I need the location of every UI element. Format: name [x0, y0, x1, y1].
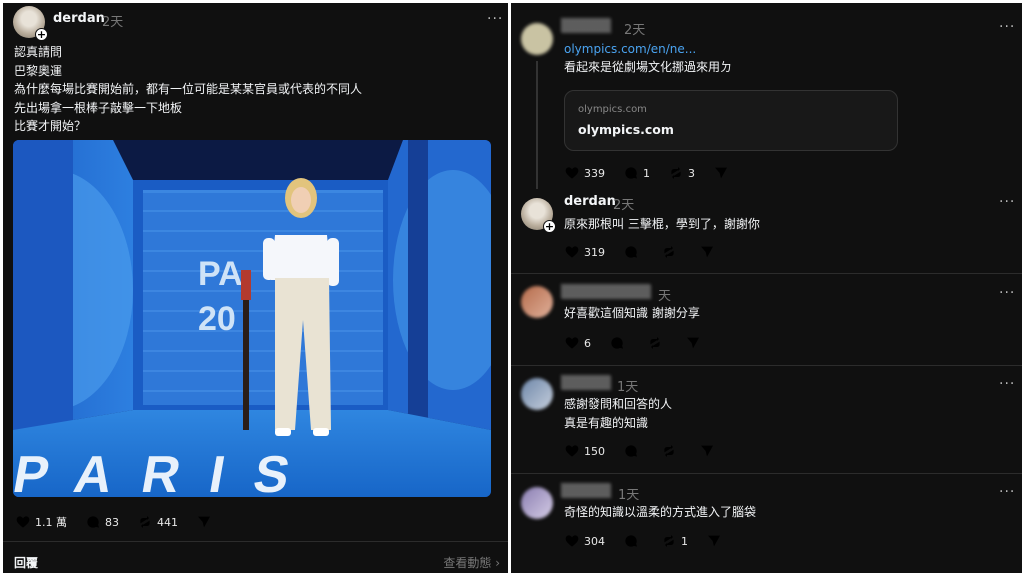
link-card-domain: olympics.com: [578, 104, 647, 115]
reply-actions: 6: [564, 335, 723, 351]
share-button[interactable]: [699, 443, 719, 459]
repost-button[interactable]: 3: [668, 165, 695, 181]
link-preview-card[interactable]: olympics.com olympics.com: [564, 90, 898, 151]
thread-line: [536, 61, 538, 189]
more-options-icon[interactable]: ···: [999, 376, 1015, 392]
post-image[interactable]: PARIS PA 20: [13, 140, 491, 497]
reply-actions: 319: [564, 244, 737, 260]
share-button[interactable]: [196, 514, 216, 530]
chevron-right-icon: ›: [495, 556, 500, 570]
reply-text: 感謝發問和回答的人 真是有趣的知識: [564, 397, 673, 430]
more-options-icon[interactable]: ···: [999, 19, 1015, 35]
author-username[interactable]: derdan: [53, 11, 105, 26]
image-wall-text-year: 20: [198, 300, 236, 338]
like-count: 6: [584, 336, 591, 350]
divider: [511, 473, 1022, 474]
repost-button[interactable]: 1: [661, 533, 688, 549]
like-count: 150: [584, 444, 605, 458]
comment-button[interactable]: [623, 443, 643, 459]
reply-avatar[interactable]: +: [521, 198, 556, 233]
link-card-title: olympics.com: [578, 122, 674, 137]
like-count: 319: [584, 245, 605, 259]
reply-time: 2天: [613, 198, 635, 213]
more-options-icon[interactable]: ···: [487, 11, 503, 27]
like-button[interactable]: 319: [564, 244, 605, 260]
comment-button[interactable]: 83: [85, 514, 119, 530]
like-button[interactable]: 6: [564, 335, 591, 351]
post-time: 2天: [102, 15, 124, 30]
reply-username[interactable]: derdan: [564, 194, 616, 209]
follow-plus-icon[interactable]: +: [543, 220, 556, 233]
reply-actions: 150: [564, 443, 737, 459]
like-count: 1.1 萬: [35, 516, 67, 529]
repost-button[interactable]: 441: [137, 514, 178, 530]
reply-username[interactable]: ▒▒▒▒▒: [561, 484, 611, 499]
post-body: 認真請問 巴黎奧運 為什麼每場比賽開始前，都有一位可能是某某官員或代表的不同人 …: [14, 45, 363, 133]
reply-avatar[interactable]: [521, 23, 553, 55]
more-options-icon[interactable]: ···: [999, 194, 1015, 210]
reply-link[interactable]: olympics.com/en/ne...: [564, 40, 696, 59]
author-avatar[interactable]: +: [13, 6, 48, 41]
repost-count: 3: [688, 166, 695, 180]
image-floor-text: PARIS: [13, 446, 324, 497]
reply-username[interactable]: ▒▒▒▒▒: [561, 376, 611, 391]
view-activity-link[interactable]: 查看動態 ›: [443, 554, 500, 571]
main-post-panel: + derdan 2天 ··· 認真請問 巴黎奧運 為什麼每場比賽開始前，都有一…: [3, 3, 508, 573]
repost-count: 441: [157, 515, 178, 529]
comment-button[interactable]: 1: [623, 165, 650, 181]
repost-button[interactable]: [661, 443, 681, 459]
like-count: 339: [584, 166, 605, 180]
reply-actions: 304 1: [564, 533, 744, 549]
reply-time: 2天: [624, 23, 646, 38]
repost-button[interactable]: [647, 335, 667, 351]
share-button[interactable]: [713, 165, 733, 181]
repost-button[interactable]: [661, 244, 681, 260]
image-wall-text-top: PA: [198, 255, 243, 293]
reply-time: 1天: [618, 488, 640, 503]
reply-username[interactable]: ▒▒▒▒▒▒▒▒▒: [561, 285, 651, 300]
post-actions: 1.1 萬 83 441: [15, 514, 234, 530]
like-button[interactable]: 339: [564, 165, 605, 181]
share-button[interactable]: [699, 244, 719, 260]
reply-time: 1天: [617, 380, 639, 395]
divider: [511, 273, 1022, 274]
reply-text: 原來那根叫 三擊棍，學到了，謝謝你: [564, 217, 760, 231]
reply-text: 看起來是從劇場文化挪過來用ㄉ: [564, 60, 733, 74]
comment-count: 1: [643, 166, 650, 180]
follow-plus-icon[interactable]: +: [35, 28, 48, 41]
like-button[interactable]: 150: [564, 443, 605, 459]
comment-count: 83: [105, 515, 119, 529]
share-button[interactable]: [685, 335, 705, 351]
reply-text: 好喜歡這個知識 謝謝分享: [564, 306, 700, 320]
reply-avatar[interactable]: [521, 487, 553, 519]
reply-time: 天: [658, 289, 672, 304]
reply-actions: 339 1 3: [564, 165, 751, 181]
divider: [511, 365, 1022, 366]
comment-button[interactable]: [623, 244, 643, 260]
replies-panel: ▒▒▒▒▒ 2天 ··· olympics.com/en/ne... 看起來是從…: [511, 3, 1022, 573]
more-options-icon[interactable]: ···: [999, 285, 1015, 301]
reply-avatar[interactable]: [521, 286, 553, 318]
repost-count: 1: [681, 534, 688, 548]
divider: [3, 541, 508, 542]
reply-avatar[interactable]: [521, 378, 553, 410]
reply-username[interactable]: ▒▒▒▒▒: [561, 19, 611, 34]
comment-button[interactable]: [623, 533, 643, 549]
share-button[interactable]: [706, 533, 726, 549]
like-button[interactable]: 1.1 萬: [15, 514, 67, 530]
reply-tab[interactable]: 回覆: [14, 554, 38, 571]
more-options-icon[interactable]: ···: [999, 484, 1015, 500]
comment-button[interactable]: [609, 335, 629, 351]
reply-text: 奇怪的知識以溫柔的方式進入了腦袋: [564, 505, 757, 519]
like-button[interactable]: 304: [564, 533, 605, 549]
like-count: 304: [584, 534, 605, 548]
